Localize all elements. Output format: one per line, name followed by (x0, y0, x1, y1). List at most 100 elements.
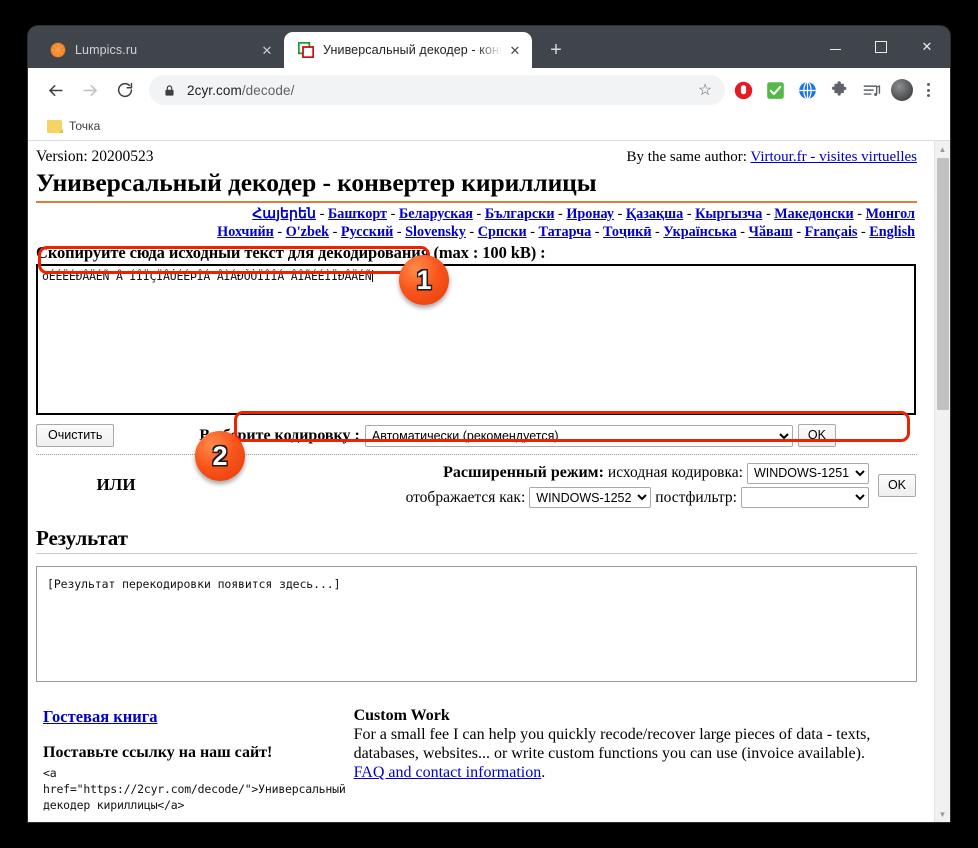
lang-link-mk[interactable]: Македонски (774, 206, 854, 222)
opera-touch-icon[interactable] (729, 76, 757, 104)
dotted-divider (36, 454, 917, 455)
advanced-source-select[interactable]: WINDOWS-1251 (747, 463, 869, 484)
bookmark-star-icon[interactable]: ☆ (691, 76, 719, 104)
link-us-heading: Поставьте ссылку на наш сайт! (43, 744, 346, 762)
puzzle-icon[interactable] (825, 76, 853, 104)
source-textarea-value: ðÉÉËÉÐÂÄÉÑ Å ÍÎÏÇÏÂÚÉÉÞÎÁ ÂÌÁÐÒÒÏÎÎÁ ÂÎÃ… (38, 266, 914, 286)
orange-divider (36, 201, 917, 203)
url-text: 2cyr.com/decode/ (187, 83, 691, 98)
result-box[interactable]: [Результат перекодировки появится здесь.… (36, 566, 917, 682)
tab-title: Универсальный декодер - конве (323, 43, 502, 57)
url-path: /decode/ (242, 83, 295, 98)
tab-close-icon[interactable]: ✕ (258, 41, 276, 59)
lock-icon (163, 84, 176, 97)
guestbook-link[interactable]: Гостевая книга (43, 707, 158, 727)
lang-link-ru[interactable]: Русский (341, 224, 393, 240)
playlist-icon[interactable] (857, 76, 885, 104)
url-host: 2cyr.com (187, 83, 242, 98)
folder-icon (47, 120, 62, 133)
lang-link-uk[interactable]: Українська (663, 224, 736, 240)
orange-circle-icon (50, 42, 66, 58)
tab-close-icon[interactable]: ✕ (506, 41, 524, 59)
lang-link-bg[interactable]: Български (485, 206, 555, 222)
advanced-mode-block: Расширенный режим: исходная кодировка: W… (196, 461, 917, 510)
encoding-group: Выберите кодировку : Автоматически (реко… (199, 424, 836, 447)
lang-link-ce[interactable]: Нохчийн (217, 224, 274, 240)
lang-link-sr[interactable]: Српски (478, 224, 527, 240)
or-advanced-section: ИЛИ Расширенный режим: исходная кодировк… (36, 461, 917, 510)
lang-link-fr[interactable]: Français (805, 224, 858, 240)
lang-link-os[interactable]: Иронау (566, 206, 614, 222)
lang-link-ba[interactable]: Башҡорт (328, 206, 387, 222)
source-textarea[interactable]: ðÉÉËÉÐÂÄÉÑ Å ÍÎÏÇÏÂÚÉÉÞÎÁ ÂÌÁÐÒÒÏÎÎÁ ÂÎÃ… (36, 264, 916, 415)
address-bar[interactable]: 2cyr.com/decode/ ☆ (149, 75, 725, 105)
lang-link-be[interactable]: Беларуская (399, 206, 473, 222)
source-text: ðÉÉËÉÐÂÄÉÑ Å ÍÎÏÇÏÂÚÉÉÞÎÁ ÂÌÁÐÒÒÏÎÎÁ ÂÎÃ… (42, 269, 371, 283)
advanced-postfilter-select[interactable] (741, 487, 869, 508)
globe-icon[interactable] (793, 76, 821, 104)
lang-link-sk[interactable]: Slovensky (405, 224, 466, 240)
reload-icon[interactable] (110, 75, 140, 105)
clear-and-encoding-row: Очистить Выберите кодировку : Автоматиче… (36, 424, 917, 448)
author-prefix: By the same author: (627, 149, 751, 165)
tab-title: Lumpics.ru (75, 43, 254, 57)
author-link[interactable]: Virtour.fr - visites virtuelles (750, 149, 917, 165)
close-window-button[interactable]: ✕ (904, 26, 950, 68)
lang-link-kk[interactable]: Қазақша (626, 206, 683, 222)
page-title: Универсальный декодер - конвертер кирилл… (36, 169, 917, 198)
tab-lumpics[interactable]: Lumpics.ru ✕ (36, 32, 284, 68)
version-text: Version: 20200523 (36, 148, 154, 166)
minimize-button[interactable] (812, 26, 858, 68)
advanced-display-label: отображается как: (406, 486, 526, 510)
author-credit: By the same author: Virtour.fr - visites… (627, 149, 917, 166)
lang-link-en[interactable]: English (869, 224, 915, 240)
advanced-ok-button[interactable]: OK (878, 474, 916, 497)
lang-link-mn[interactable]: Монгол (866, 206, 915, 222)
lang-link-tg[interactable]: Тоҷикӣ (603, 224, 651, 240)
lang-link-cv[interactable]: Чӑваш (749, 224, 793, 240)
faq-contact-link[interactable]: FAQ and contact information (354, 764, 542, 781)
encoding-select[interactable]: Автоматически (рекомендуется) (365, 425, 793, 447)
advanced-rows: Расширенный режим: исходная кодировка: W… (406, 461, 869, 510)
advanced-display-select[interactable]: WINDOWS-1252 (529, 487, 651, 508)
advanced-display-row: отображается как: WINDOWS-1252 постфильт… (406, 486, 869, 510)
encoding-ok-button[interactable]: OK (798, 424, 836, 447)
faq-suffix: . (541, 764, 545, 781)
scroll-up-icon[interactable]: ▲ (935, 141, 950, 157)
clear-button[interactable]: Очистить (36, 424, 114, 447)
kebab-menu-icon[interactable] (916, 76, 940, 104)
maximize-button[interactable] (858, 26, 904, 68)
checkmark-icon[interactable] (761, 76, 789, 104)
annotation-badge-2: 2 (195, 431, 245, 481)
back-icon[interactable] (40, 75, 70, 105)
text-caret (372, 270, 373, 282)
browser-toolbar: 2cyr.com/decode/ ☆ (28, 68, 950, 112)
window-controls: ✕ (812, 26, 950, 68)
custom-work-title: Custom Work (354, 707, 917, 725)
tab-strip: Lumpics.ru ✕ Универсальный декодер - кон… (28, 26, 950, 68)
result-heading: Результат (36, 526, 917, 551)
profile-avatar[interactable] (891, 79, 913, 101)
result-placeholder-text: [Результат перекодировки появится здесь.… (47, 577, 340, 591)
bookmark-label: Точка (69, 119, 100, 133)
decoder-squares-icon (298, 42, 314, 58)
annotation-badge-1: 1 (399, 255, 449, 305)
browser-window: Lumpics.ru ✕ Универсальный декодер - кон… (28, 26, 950, 822)
scroll-down-icon[interactable]: ▼ (935, 806, 950, 822)
lang-link-uz[interactable]: O'zbek (286, 224, 329, 240)
scrollbar-thumb[interactable] (937, 158, 949, 410)
lang-link-hy[interactable]: Հայերեն (252, 206, 316, 222)
new-tab-button[interactable]: + (542, 36, 570, 64)
language-links-row-2: Нохчийн - O'zbek - Русский - Slovensky -… (36, 223, 917, 241)
lang-link-ky[interactable]: Кыргызча (695, 206, 762, 222)
lang-link-tt[interactable]: Татарча (539, 224, 592, 240)
custom-work-body: For a small fee I can help you quickly r… (354, 725, 917, 783)
or-label: ИЛИ (36, 461, 196, 495)
page-viewport: Version: 20200523 By the same author: Vi… (28, 141, 950, 822)
bookmark-tochka[interactable]: Точка (40, 116, 107, 136)
gray-divider (36, 553, 917, 554)
page-scrollbar[interactable]: ▲ ▼ (934, 141, 950, 822)
tab-decoder[interactable]: Универсальный декодер - конве ✕ (284, 32, 532, 68)
footer-right-column: Custom Work For a small fee I can help y… (346, 707, 917, 822)
page-topline: Version: 20200523 By the same author: Vi… (36, 148, 917, 166)
